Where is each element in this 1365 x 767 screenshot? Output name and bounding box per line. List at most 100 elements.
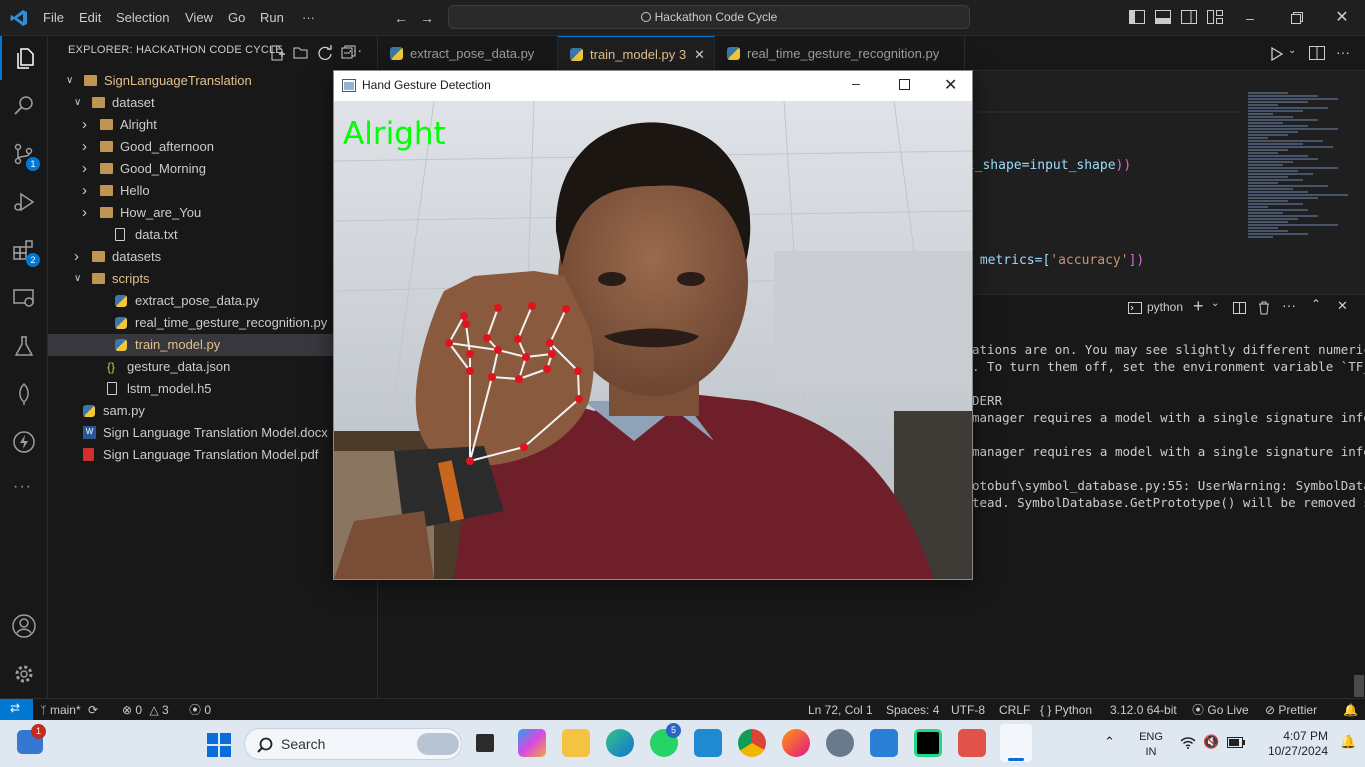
widgets-button[interactable]: 1: [17, 724, 46, 754]
minimize-icon[interactable]: –: [1241, 9, 1259, 27]
menu-run[interactable]: Run: [260, 0, 284, 36]
run-file-icon[interactable]: [1271, 47, 1283, 61]
close-panel-icon[interactable]: ✕: [1337, 298, 1348, 314]
tab-extract-pose-data[interactable]: extract_pose_data.py: [378, 36, 558, 71]
extensions-activity[interactable]: 2: [0, 228, 48, 272]
tree-item[interactable]: › datasets: [48, 246, 378, 268]
testing-activity[interactable]: [0, 324, 48, 368]
problems-indicator[interactable]: ⊗ 0 △ 3: [122, 699, 169, 721]
terminal-dropdown-icon[interactable]: ⌄: [1211, 298, 1219, 309]
tree-item[interactable]: › Good_afternoon: [48, 136, 378, 158]
terminal-name[interactable]: python: [1147, 300, 1183, 314]
task-view-button[interactable]: [476, 734, 494, 752]
taskbar-search[interactable]: Search: [244, 728, 462, 760]
toggle-secondary-sidebar-icon[interactable]: [1181, 10, 1197, 24]
python-window-button[interactable]: [1000, 724, 1032, 762]
settings-button[interactable]: [826, 729, 854, 757]
encoding[interactable]: UTF-8: [951, 699, 985, 721]
file-explorer-button[interactable]: [562, 729, 590, 757]
language-mode[interactable]: { } Python: [1040, 699, 1092, 721]
back-arrow-icon[interactable]: ←: [392, 9, 410, 27]
tree-item[interactable]: extract_pose_data.py: [48, 290, 378, 312]
menu-go[interactable]: Go: [228, 0, 245, 36]
trash-icon[interactable]: [1258, 301, 1270, 315]
manage-activity[interactable]: [0, 652, 48, 696]
tree-item[interactable]: {} gesture_data.json: [48, 356, 378, 378]
copilot-button[interactable]: [518, 729, 546, 757]
explorer-activity[interactable]: [0, 36, 48, 80]
remote-explorer-activity[interactable]: [0, 276, 48, 320]
wifi-icon[interactable]: [1180, 737, 1196, 749]
whatsapp-button[interactable]: 5: [650, 723, 681, 757]
indentation[interactable]: Spaces: 4: [886, 699, 939, 721]
notification-bell-icon[interactable]: 🔔: [1340, 734, 1356, 750]
tree-item[interactable]: › Hello: [48, 180, 378, 202]
split-terminal-icon[interactable]: [1233, 302, 1246, 314]
window-maximize-icon[interactable]: [899, 79, 910, 90]
hand-gesture-window[interactable]: Hand Gesture Detection – ✕ Alright: [333, 70, 973, 580]
chevron-right-icon[interactable]: ›: [74, 246, 86, 268]
run-debug-activity[interactable]: [0, 180, 48, 224]
menu-more[interactable]: ···: [302, 0, 315, 36]
window-titlebar[interactable]: Hand Gesture Detection – ✕: [334, 71, 972, 101]
language-indicator[interactable]: ENG IN: [1136, 730, 1166, 760]
tab-train-model[interactable]: train_model.py 3 ✕: [558, 36, 715, 71]
battery-icon[interactable]: [1227, 737, 1245, 748]
tree-item[interactable]: › Good_Morning: [48, 158, 378, 180]
cursor-position[interactable]: Ln 72, Col 1: [808, 699, 873, 721]
photos-button[interactable]: [870, 729, 898, 757]
python-interpreter[interactable]: 3.12.0 64-bit: [1110, 699, 1177, 721]
vscode-taskbar-button[interactable]: [694, 729, 722, 757]
branch-indicator[interactable]: ᛉ main* ⟳: [40, 699, 98, 721]
search-activity[interactable]: [0, 84, 48, 128]
chevron-right-icon[interactable]: ›: [82, 158, 94, 180]
mongodb-activity[interactable]: [0, 372, 48, 416]
menu-file[interactable]: File: [43, 0, 64, 36]
notifications-icon[interactable]: 🔔: [1343, 699, 1358, 721]
end-of-line[interactable]: CRLF: [999, 699, 1030, 721]
menu-selection[interactable]: Selection: [116, 0, 169, 36]
new-file-icon[interactable]: [269, 45, 285, 61]
chevron-right-icon[interactable]: ›: [82, 136, 94, 158]
chevron-down-icon[interactable]: ∨: [66, 70, 78, 92]
tree-item[interactable]: Sign Language Translation Model.pdf: [48, 444, 378, 466]
explorer-more-icon[interactable]: ···: [348, 42, 362, 58]
source-control-activity[interactable]: 1: [0, 132, 48, 176]
command-center[interactable]: Hackathon Code Cycle: [448, 5, 970, 29]
pycharm-button[interactable]: [914, 729, 942, 757]
tree-item[interactable]: ∨ scripts: [48, 268, 378, 290]
tree-item[interactable]: sam.py: [48, 400, 378, 422]
go-live-button[interactable]: ⦿ Go Live: [1192, 699, 1249, 721]
more-activity[interactable]: ···: [0, 468, 48, 512]
tree-item[interactable]: ∨ dataset: [48, 92, 378, 114]
forward-arrow-icon[interactable]: →: [418, 9, 436, 27]
tree-item[interactable]: real_time_gesture_recognition.py: [48, 312, 378, 334]
minimap[interactable]: [1248, 92, 1356, 242]
chevron-right-icon[interactable]: ›: [82, 114, 94, 136]
maximize-panel-icon[interactable]: ⌃: [1311, 297, 1321, 311]
editor-more-icon[interactable]: ···: [1336, 44, 1350, 60]
new-terminal-icon[interactable]: +: [1193, 296, 1204, 317]
accounts-activity[interactable]: [0, 604, 48, 648]
prettier-indicator[interactable]: ⊘ Prettier: [1265, 699, 1317, 721]
chrome-button[interactable]: [738, 729, 766, 757]
tree-item[interactable]: W Sign Language Translation Model.docx: [48, 422, 378, 444]
customize-layout-icon[interactable]: [1207, 10, 1223, 24]
close-tab-icon[interactable]: ✕: [694, 37, 705, 72]
menu-edit[interactable]: Edit: [79, 0, 101, 36]
window-close-icon[interactable]: ✕: [944, 75, 957, 95]
start-windows-icon[interactable]: [207, 733, 231, 757]
split-editor-icon[interactable]: [1309, 46, 1325, 60]
refresh-icon[interactable]: [317, 45, 333, 61]
chevron-down-icon[interactable]: ∨: [74, 268, 86, 290]
show-hidden-icons[interactable]: ⌃: [1104, 734, 1115, 750]
remote-indicator[interactable]: ⇄: [0, 699, 33, 721]
new-folder-icon[interactable]: [293, 45, 309, 61]
chevron-right-icon[interactable]: ›: [82, 180, 94, 202]
tree-item[interactable]: › Alright: [48, 114, 378, 136]
edge-button[interactable]: [606, 729, 634, 757]
tree-item[interactable]: › How_are_You: [48, 202, 378, 224]
tab-real-time-gesture-recognition[interactable]: real_time_gesture_recognition.py: [715, 36, 965, 71]
volume-muted-icon[interactable]: 🔇: [1203, 734, 1219, 750]
chevron-right-icon[interactable]: ›: [82, 202, 94, 224]
